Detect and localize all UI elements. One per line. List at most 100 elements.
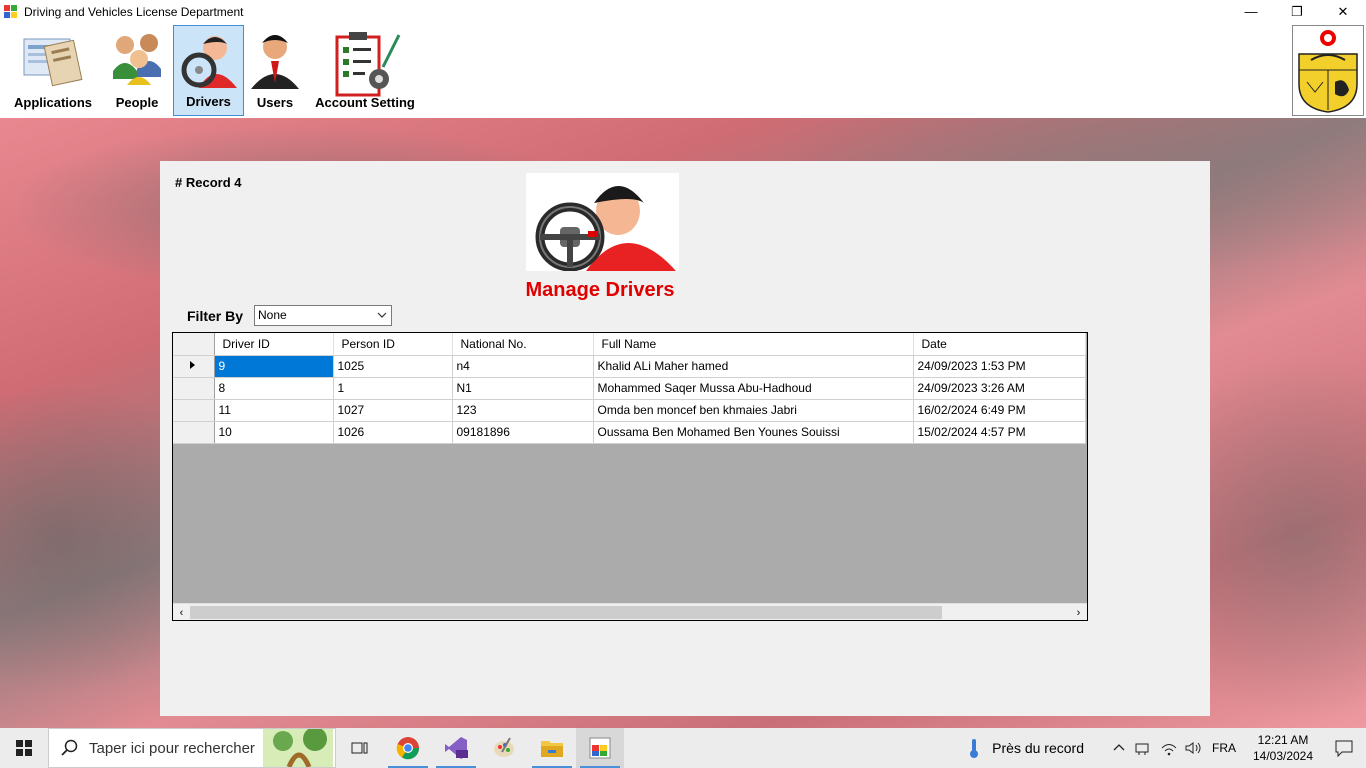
cell-national-no[interactable]: 09181896 [452,421,594,444]
column-header-full-name[interactable]: Full Name [593,333,914,356]
weather-text[interactable]: Près du record [992,740,1084,756]
search-highlight-icon [263,729,333,767]
table-header-row: Driver ID Person ID National No. Full Na… [173,333,1086,356]
table-row[interactable]: 10 1026 09181896 Oussama Ben Mohamed Ben… [173,421,1086,444]
folder-icon [541,741,563,757]
taskbar-visual-studio[interactable] [432,728,480,768]
applications-icon [23,38,83,87]
chevron-down-icon [377,312,387,318]
scrollbar-thumb[interactable] [190,606,942,619]
row-selector-icon[interactable] [173,355,215,378]
toolbar-people-label: People [115,95,159,110]
cell-national-no[interactable]: N1 [452,377,594,400]
windows-logo-icon [16,740,32,756]
cell-person-id[interactable]: 1026 [333,421,453,444]
people-icon [113,34,161,85]
minimize-button[interactable]: — [1228,0,1274,23]
row-header[interactable] [173,399,215,422]
language-indicator[interactable]: FRA [1212,741,1236,755]
cell-driver-id[interactable]: 8 [214,377,334,400]
taskbar-dvld-app[interactable] [576,728,624,768]
driver-icon [181,36,237,88]
cell-date[interactable]: 24/09/2023 3:26 AM [913,377,1086,400]
account-settings-icon [335,32,401,97]
taskbar-search-box[interactable]: Taper ici pour rechercher [48,728,336,768]
cell-full-name[interactable]: Omda ben moncef ben khmaies Jabri [593,399,914,422]
cell-driver-id[interactable]: 9 [214,355,334,378]
visual-studio-icon [445,737,468,759]
drivers-header-image [526,173,679,272]
volume-icon[interactable] [1184,740,1202,756]
start-button[interactable] [0,728,48,768]
search-icon [61,739,78,756]
cell-person-id[interactable]: 1027 [333,399,453,422]
emblem-logo [1292,25,1364,116]
app-window-icon [589,737,611,759]
cell-national-no[interactable]: n4 [452,355,594,378]
scroll-right-button[interactable]: › [1070,604,1087,620]
cell-full-name[interactable]: Khalid ALi Maher hamed [593,355,914,378]
system-tray: Près du record FRA 12:21 AM 14/03/2024 [966,728,1366,768]
table-row[interactable]: 8 1 N1 Mohammed Saqer Mussa Abu-Hadhoud … [173,377,1086,400]
toolbar-applications[interactable]: Applications [8,25,98,116]
thermometer-icon [970,739,979,758]
cell-full-name[interactable]: Mohammed Saqer Mussa Abu-Hadhoud [593,377,914,400]
column-header-driver-id[interactable]: Driver ID [214,333,334,356]
row-header[interactable] [173,421,215,444]
title-bar: Driving and Vehicles License Department … [0,0,1366,23]
network-icon[interactable] [1134,740,1152,756]
row-header[interactable] [173,377,215,400]
cell-person-id[interactable]: 1 [333,377,453,400]
toolbar-users-label: Users [256,95,294,110]
drivers-grid[interactable]: Driver ID Person ID National No. Full Na… [172,332,1088,621]
toolbar-drivers-label: Drivers [186,94,231,109]
toolbar-people[interactable]: People [104,25,170,116]
main-toolbar: Applications People Drivers Users Accoun… [0,23,1366,118]
taskbar-paint[interactable] [480,728,528,768]
record-count: # Record 4 [175,175,242,190]
close-button[interactable]: ✕ [1320,0,1366,23]
notification-icon[interactable] [1322,738,1366,758]
scroll-left-button[interactable]: ‹ [173,604,190,620]
search-placeholder: Taper ici pour rechercher [89,739,255,757]
cell-driver-id[interactable]: 11 [214,399,334,422]
page-title: Manage Drivers [525,279,675,301]
cell-date[interactable]: 16/02/2024 6:49 PM [913,399,1086,422]
task-view-icon [351,742,368,754]
filter-by-label: Filter By [187,308,244,324]
cell-national-no[interactable]: 123 [452,399,594,422]
manage-drivers-panel: # Record 4 Manage Drivers Filter By None [160,161,1210,716]
table-row[interactable]: 11 1027 123 Omda ben moncef ben khmaies … [173,399,1086,422]
paint-icon [494,737,514,757]
row-header-corner [173,333,215,356]
horizontal-scrollbar[interactable]: ‹ › [173,603,1087,620]
clock-date: 14/03/2024 [1252,749,1314,763]
cell-person-id[interactable]: 1025 [333,355,453,378]
filter-by-dropdown[interactable]: None [254,305,392,326]
maximize-button[interactable]: ❐ [1274,0,1320,23]
window-title: Driving and Vehicles License Department [24,4,244,19]
column-header-date[interactable]: Date [913,333,1086,356]
toolbar-drivers[interactable]: Drivers [173,25,244,116]
toolbar-users[interactable]: Users [246,25,304,116]
table-row[interactable]: 9 1025 n4 Khalid ALi Maher hamed 24/09/2… [173,355,1086,378]
cell-full-name[interactable]: Oussama Ben Mohamed Ben Younes Souissi [593,421,914,444]
app-icon [4,4,18,19]
windows-taskbar: Taper ici pour rechercher Près du record… [0,728,1366,768]
cell-driver-id[interactable]: 10 [214,421,334,444]
chevron-up-icon[interactable] [1112,741,1126,755]
clock[interactable]: 12:21 AM 14/03/2024 [1244,732,1322,764]
user-icon [251,35,299,89]
taskbar-file-explorer[interactable] [528,728,576,768]
toolbar-account-setting[interactable]: Account Setting [310,25,420,116]
task-view-button[interactable] [336,728,384,768]
cell-date[interactable]: 24/09/2023 1:53 PM [913,355,1086,378]
wifi-icon[interactable] [1160,740,1178,756]
cell-date[interactable]: 15/02/2024 4:57 PM [913,421,1086,444]
column-header-person-id[interactable]: Person ID [333,333,453,356]
toolbar-applications-label: Applications [13,95,92,110]
filter-by-value: None [258,308,287,322]
taskbar-chrome[interactable] [384,728,432,768]
column-header-national-no[interactable]: National No. [452,333,594,356]
chrome-icon [396,737,420,760]
